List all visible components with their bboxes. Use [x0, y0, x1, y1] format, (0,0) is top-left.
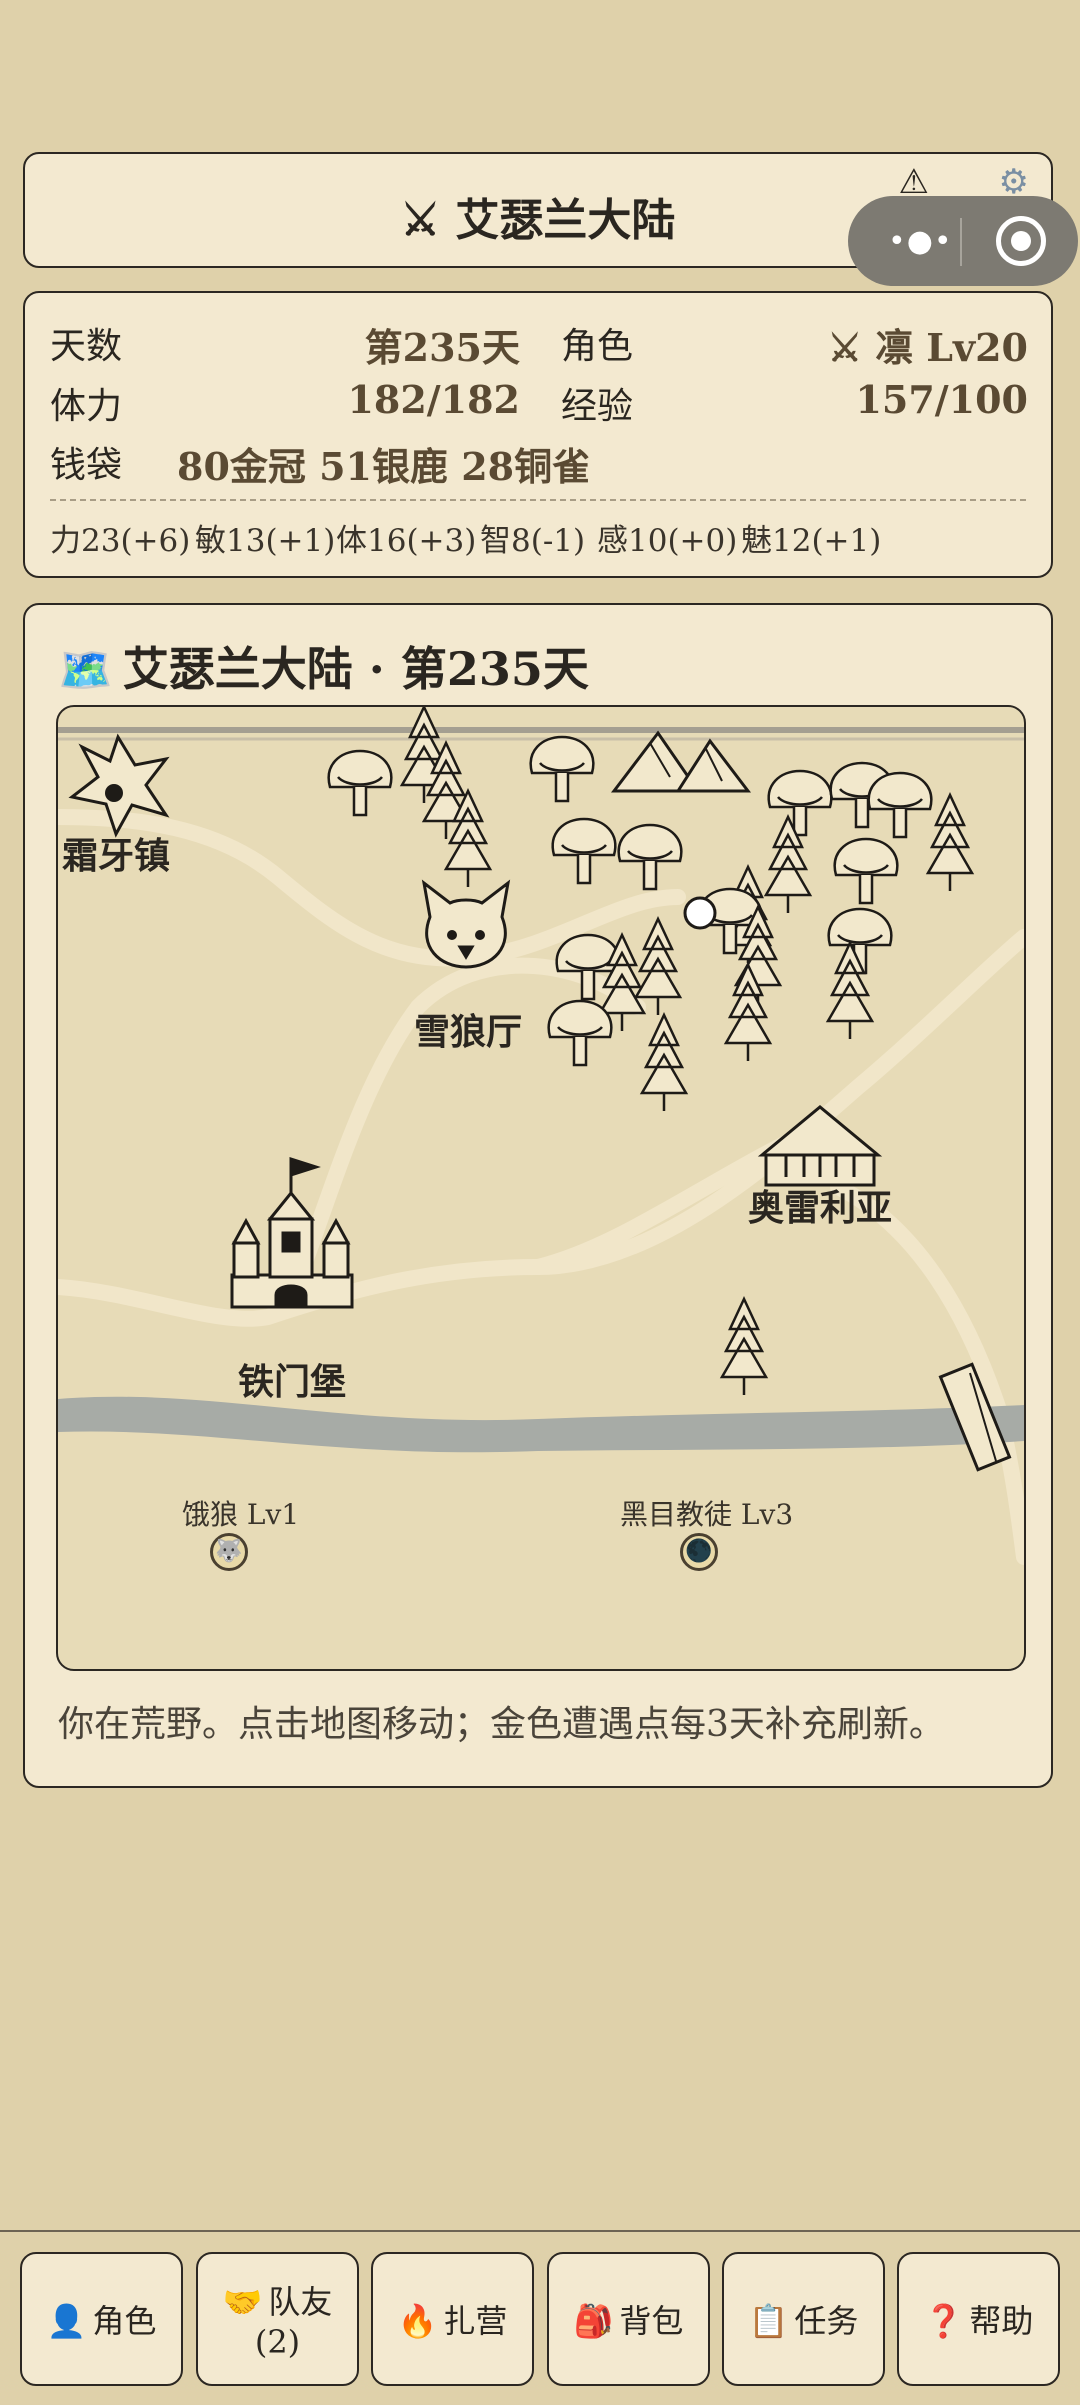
attr-charisma: 魅12(+1) [741, 523, 882, 559]
attr-perception: 感10(+0) [597, 523, 738, 559]
player-marker [683, 896, 717, 930]
nav-camp-button[interactable]: 🔥 扎营 [371, 2252, 534, 2386]
dark-moon-icon[interactable]: 🌑 [680, 1533, 718, 1571]
stamina-value: 182/182 [347, 377, 520, 422]
purse-value: 80金冠 51银鹿 28铜雀 [177, 444, 591, 489]
days-label: 天数 [50, 326, 123, 367]
mini-program-capsule: •●• [848, 196, 1078, 286]
world-map[interactable]: 霜牙镇 雪狼厅 奥雷利亚 铁门堡 饿狼 Lv1 🐺 黑目教徒 Lv3 🌑 [56, 705, 1026, 1671]
snow-wolf-hall-marker[interactable] [421, 879, 511, 969]
nav-character-button[interactable]: 👤 角色 [20, 2252, 183, 2386]
attr-intelligence: 智8(-1) [480, 523, 586, 559]
place-iron-gate[interactable]: 铁门堡 [238, 1353, 346, 1405]
role-label: 角色 [561, 326, 634, 367]
stamina-label: 体力 [50, 386, 123, 427]
map-hint: 你在荒野。点击地图移动；金色遭遇点每3天补充刷新。 [58, 1704, 945, 1745]
stats-panel: 天数 第235天 角色 ⚔ 凛 Lv20 体力 182/182 经验 157/1… [23, 291, 1053, 578]
wolf-face-icon[interactable]: 🐺 [210, 1533, 248, 1571]
map-panel: 🗺️ 艾瑟兰大陆 · 第235天 霜牙镇 雪狼厅 奥雷利亚 铁门堡 饿狼 Lv1… [23, 603, 1053, 1788]
nav-help-button[interactable]: ❓ 帮助 [897, 2252, 1060, 2386]
exp-value: 157/100 [855, 377, 1028, 422]
capsule-divider [960, 218, 962, 266]
crossed-swords-icon: ⚔ [400, 195, 441, 246]
role-value: ⚔ 凛 Lv20 [827, 325, 1028, 370]
clipboard-icon: 📋 [748, 2302, 789, 2340]
map-heading: 🗺️ 艾瑟兰大陆 · 第235天 [58, 642, 589, 696]
close-target-icon[interactable] [996, 216, 1046, 266]
encounter-label-wolf: 饿狼 Lv1 [182, 1498, 300, 1531]
bottom-nav: 👤 角色 🤝 队友 (2) 🔥 扎营 🎒 背包 📋 任务 ❓ 帮助 [0, 2230, 1080, 2405]
river [58, 1396, 1024, 1453]
purse-label: 钱袋 [50, 445, 123, 486]
nav-companions-button[interactable]: 🤝 队友 (2) [196, 2252, 359, 2386]
companions-count: (2) [254, 2323, 301, 2361]
map-icon: 🗺️ [58, 645, 113, 696]
orelia-marker[interactable] [757, 1105, 883, 1187]
nav-quests-button[interactable]: 📋 任务 [722, 2252, 885, 2386]
attr-strength: 力23(+6) [50, 523, 191, 559]
exp-label: 经验 [561, 386, 634, 427]
map-border-band [58, 727, 1024, 733]
place-frost-town[interactable]: 霜牙镇 [62, 827, 170, 879]
more-options-icon[interactable]: •●• [888, 224, 953, 259]
attr-constitution: 体16(+3) [336, 523, 477, 559]
attr-agility: 敏13(+1) [195, 523, 336, 559]
dashed-divider [50, 499, 1026, 501]
encounter-label-cultist: 黑目教徒 Lv3 [620, 1498, 794, 1531]
backpack-icon: 🎒 [573, 2302, 614, 2340]
nav-backpack-button[interactable]: 🎒 背包 [547, 2252, 710, 2386]
handshake-icon: 🤝 [222, 2283, 263, 2321]
place-snow-wolf-hall[interactable]: 雪狼厅 [414, 1003, 522, 1055]
mountains [610, 730, 752, 793]
person-icon: 👤 [46, 2302, 87, 2340]
fire-icon: 🔥 [397, 2302, 438, 2340]
question-icon: ❓ [923, 2302, 964, 2340]
days-value: 第235天 [364, 325, 520, 370]
place-orelia[interactable]: 奥雷利亚 [748, 1179, 892, 1231]
